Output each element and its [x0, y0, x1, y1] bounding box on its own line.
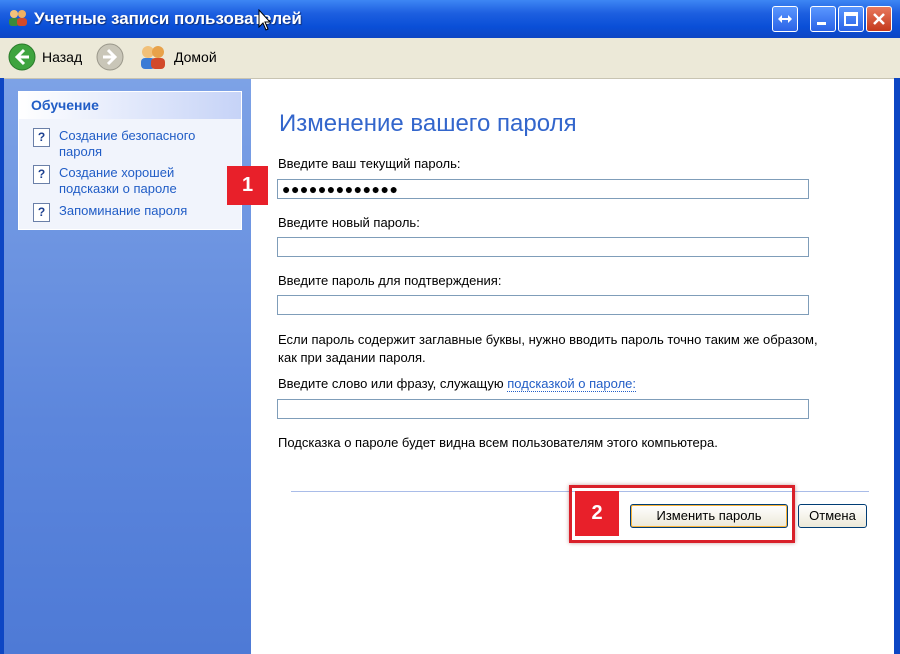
- sidebar-item-secure-password[interactable]: ? Создание безопасного пароля: [33, 128, 224, 160]
- help-icon: ?: [33, 203, 50, 222]
- users-home-icon: [141, 46, 165, 69]
- mouse-cursor-icon: [258, 9, 272, 31]
- confirm-password-label: Введите пароль для подтверждения:: [278, 273, 502, 288]
- side-task-pane: Обучение ? Создание безопасного пароля ?…: [4, 79, 251, 654]
- help-icon: ?: [33, 165, 50, 184]
- switch-button[interactable]: [772, 6, 798, 32]
- forward-button[interactable]: [96, 43, 124, 76]
- sidebar-item-label: Создание безопасного пароля: [59, 128, 196, 159]
- navigation-bar: Назад Домой: [0, 38, 900, 79]
- help-icon: ?: [33, 128, 50, 147]
- cancel-button[interactable]: Отмена: [798, 504, 867, 528]
- sidebar-item-label: Запоминание пароля: [59, 203, 188, 218]
- learn-about-panel: Обучение ? Создание безопасного пароля ?…: [18, 91, 242, 230]
- forward-arrow-icon: [96, 43, 124, 71]
- maximize-icon: [844, 12, 858, 26]
- main-content: Изменение вашего пароля Введите ваш теку…: [251, 79, 894, 654]
- page-title: Изменение вашего пароля: [279, 110, 577, 137]
- back-label: Назад: [42, 49, 83, 65]
- back-button[interactable]: Назад: [8, 43, 82, 71]
- annotation-badge-2: 2: [575, 491, 619, 536]
- minimize-icon: [817, 22, 826, 25]
- password-hint-link[interactable]: подсказкой о пароле:: [507, 376, 637, 392]
- new-password-input[interactable]: [277, 237, 809, 257]
- confirm-password-input[interactable]: [277, 295, 809, 315]
- hint-visibility-note: Подсказка о пароле будет видна всем поль…: [278, 435, 718, 450]
- close-icon: [873, 13, 885, 25]
- window-frame-right: [894, 78, 900, 654]
- annotation-badge-1: 1: [227, 166, 268, 205]
- sidebar-item-label: Создание хорошей подсказки о пароле: [59, 165, 177, 196]
- hint-label-prefix: Введите слово или фразу, служащую: [278, 376, 508, 391]
- title-bar: Учетные записи пользователей: [0, 0, 900, 38]
- new-password-label: Введите новый пароль:: [278, 215, 420, 230]
- maximize-button[interactable]: [838, 6, 864, 32]
- current-password-value: ●●●●●●●●●●●●●: [282, 181, 399, 197]
- minimize-button[interactable]: [810, 6, 836, 32]
- home-button[interactable]: Домой: [138, 43, 217, 71]
- password-hint-label: Введите слово или фразу, служащую подска…: [278, 376, 637, 392]
- users-icon: [9, 10, 27, 26]
- panel-header: Обучение: [19, 92, 241, 119]
- home-label: Домой: [174, 49, 217, 65]
- switch-arrows-icon: [778, 15, 792, 23]
- current-password-label: Введите ваш текущий пароль:: [278, 156, 461, 171]
- sidebar-item-remember-password[interactable]: ? Запоминание пароля: [33, 203, 224, 222]
- back-arrow-icon: [8, 43, 36, 71]
- case-sensitivity-note: Если пароль содержит заглавные буквы, ну…: [278, 332, 818, 365]
- current-password-input[interactable]: ●●●●●●●●●●●●●: [277, 179, 809, 199]
- sidebar-item-password-hint[interactable]: ? Создание хорошей подсказки о пароле: [33, 165, 224, 197]
- close-button[interactable]: [866, 6, 892, 32]
- password-hint-input[interactable]: [277, 399, 809, 419]
